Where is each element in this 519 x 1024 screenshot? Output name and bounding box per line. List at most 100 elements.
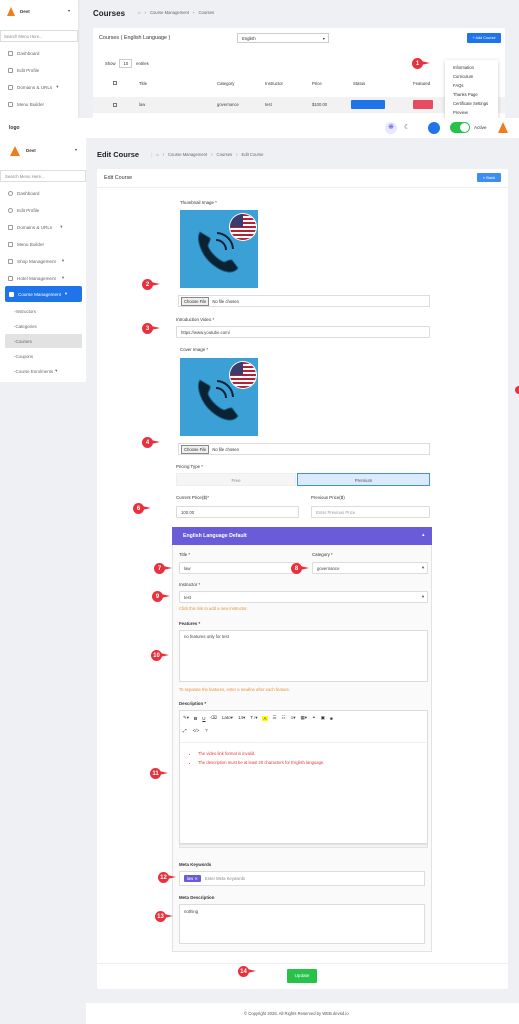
dropdown-item-certificate-settings[interactable]: Certificate Settings	[453, 101, 488, 106]
fullscreen-icon[interactable]: ⤢	[183, 728, 187, 733]
back-label: Back	[486, 175, 496, 180]
sidebar-item-shop[interactable]: Shop Management ▾	[0, 253, 86, 269]
top-menu-dashboard[interactable]: Dashboard	[0, 45, 78, 61]
chevron-down-icon[interactable]: ▾	[68, 8, 70, 13]
column-category[interactable]: Category	[217, 81, 234, 86]
choose-file-button[interactable]: Choose File	[181, 296, 210, 306]
meta-description-textarea[interactable]: nothing	[179, 904, 425, 944]
language-header[interactable]: English Language Default ▴	[172, 527, 432, 545]
table-icon[interactable]: ▦▾	[300, 715, 307, 721]
topbar-logo: logo	[9, 125, 20, 131]
top-menu-builder[interactable]: Menu Builder	[0, 96, 78, 112]
breadcrumb-item[interactable]: Course Management	[150, 10, 189, 15]
unordered-list-icon[interactable]: ☰	[273, 715, 277, 721]
top-search-input[interactable]: Search Menu Here...	[0, 30, 78, 42]
sidebar-sub-coupons[interactable]: - Coupons	[0, 349, 86, 363]
language-header-title: English Language Default	[183, 533, 247, 539]
title-input[interactable]: law	[179, 562, 299, 574]
active-toggle[interactable]	[450, 122, 470, 133]
add-course-button[interactable]: + Add Course	[467, 33, 501, 43]
close-icon[interactable]: ✕	[194, 876, 198, 881]
dropdown-item-curriculum[interactable]: Curriculum	[453, 74, 473, 79]
collapse-icon[interactable]: ▴	[422, 532, 425, 538]
eraser-icon[interactable]: ⌫	[211, 715, 217, 721]
editor-resize-handle[interactable]	[179, 844, 428, 848]
previous-price-input[interactable]: Enter Previous Price	[311, 506, 430, 518]
update-button[interactable]: Update	[287, 969, 317, 983]
underline-icon[interactable]: U	[202, 716, 205, 721]
meta-keywords-label: Meta Keywords	[179, 862, 212, 867]
help-icon[interactable]: ?	[205, 728, 208, 733]
column-title[interactable]: Title	[139, 81, 147, 86]
sidebar-item-edit-profile[interactable]: Edit Profile	[0, 202, 86, 218]
sidebar-sub-instructors[interactable]: - Instructors	[0, 304, 86, 318]
user-avatar[interactable]	[498, 122, 508, 133]
image-icon[interactable]: ▣	[321, 715, 325, 721]
breadcrumb-item[interactable]: Courses	[198, 10, 214, 15]
bold-icon[interactable]: B	[194, 716, 197, 721]
cover-file-input[interactable]: Choose File No file chosen	[178, 443, 430, 455]
moon-icon[interactable]: ☾	[404, 123, 410, 131]
instructor-help-link[interactable]: Click this link to add a new instructor.	[179, 606, 248, 611]
dropdown-item-preview[interactable]: Preview	[453, 110, 468, 115]
color-icon[interactable]: A	[262, 715, 268, 721]
featured-select[interactable]	[413, 100, 433, 109]
pricing-premium-option[interactable]: Premium	[297, 473, 430, 486]
no-file-text: No file chosen	[212, 298, 239, 304]
sidebar-item-domains[interactable]: Domains & URLs ▾	[0, 219, 86, 235]
thumbnail-file-input[interactable]: Choose File No file chosen	[178, 295, 430, 307]
home-icon[interactable]: ⌂	[138, 10, 141, 15]
breadcrumb-item[interactable]: Courses	[217, 152, 233, 157]
row-checkbox[interactable]	[113, 103, 117, 107]
top-breadcrumb: ⌂ › Course Management › Courses	[138, 10, 215, 15]
video-url-input[interactable]: https://www.youtube.com/	[176, 326, 430, 338]
status-select[interactable]	[351, 100, 385, 109]
dropdown-item-information[interactable]: Information	[453, 65, 474, 70]
choose-file-button[interactable]: Choose File	[181, 444, 210, 454]
chevron-down-icon[interactable]: ▾	[75, 147, 77, 152]
page-title: Edit Course	[97, 150, 140, 159]
top-menu-edit-profile[interactable]: Edit Profile	[0, 62, 78, 78]
dropdown-item-faqs[interactable]: FAQs	[453, 83, 463, 88]
video-icon[interactable]: ■	[330, 716, 333, 721]
sidebar-item-course-management[interactable]: Course Management ▾	[5, 286, 82, 302]
entries-select[interactable]: 10	[119, 59, 133, 68]
sidebar-sub-categories[interactable]: - Categories	[0, 319, 86, 333]
sidebar-search-input[interactable]: Search Menu Here...	[0, 170, 86, 182]
home-icon[interactable]: ⌂	[156, 152, 159, 157]
code-view-icon[interactable]: </>	[193, 728, 200, 733]
sidebar-item-hotel[interactable]: Hotel Management ▾	[0, 270, 86, 286]
meta-keywords-input[interactable]: law ✕ Enter Meta Keywords	[179, 871, 425, 886]
ordered-list-icon[interactable]: ☷	[282, 715, 286, 721]
description-content[interactable]: The video link format is invalid. The de…	[198, 749, 324, 767]
font-size-select[interactable]: 14▾	[238, 715, 245, 721]
breadcrumb-item[interactable]: Course Management	[168, 152, 207, 157]
chevron-down-icon: ▾	[56, 84, 59, 89]
settings-icon[interactable]: ❋	[385, 122, 397, 134]
top-language-select[interactable]: English ▾	[237, 33, 329, 43]
meta-keyword-tag[interactable]: law ✕	[184, 875, 201, 882]
instructor-select[interactable]: test ▾	[179, 591, 428, 603]
visibility-icon[interactable]	[428, 122, 440, 134]
sidebar-item-dashboard[interactable]: Dashboard	[0, 185, 86, 201]
current-price-input[interactable]: 100.00	[176, 506, 299, 518]
column-status[interactable]: Status	[353, 81, 365, 86]
font-family-select[interactable]: Lato▾	[222, 715, 233, 721]
sidebar-sub-enrolments[interactable]: - Course Enrolments ▾	[0, 364, 86, 378]
back-button[interactable]: « Back	[477, 173, 501, 182]
column-price[interactable]: Price	[312, 81, 322, 86]
features-textarea[interactable]: no features only for test	[179, 630, 428, 682]
column-featured[interactable]: Featured	[413, 81, 430, 86]
sidebar-sub-courses[interactable]: - Courses	[5, 334, 82, 348]
dropdown-item-thanks-page[interactable]: Thanks Page	[453, 92, 478, 97]
category-select[interactable]: governance ▾	[312, 562, 428, 574]
column-instructor[interactable]: Instructor	[265, 81, 283, 86]
style-icon[interactable]: ✎▾	[183, 715, 189, 721]
link-icon[interactable]: ⚭	[312, 715, 316, 721]
text-height-icon[interactable]: T↕▾	[250, 715, 257, 721]
pricing-free-option[interactable]: Free	[176, 473, 296, 486]
sidebar-item-menu-builder[interactable]: Menu Builder	[0, 236, 86, 252]
breadcrumb-item: Edit Course	[241, 152, 264, 157]
top-menu-domains[interactable]: Domains & URLs ▾	[0, 79, 78, 95]
paragraph-icon[interactable]: ≡▾	[291, 715, 296, 721]
